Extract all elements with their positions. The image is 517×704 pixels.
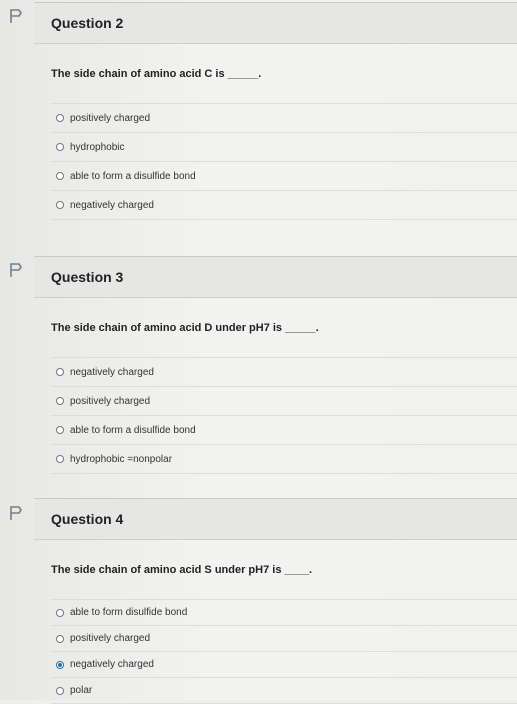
flag-question-icon[interactable] xyxy=(9,8,29,26)
question-title: Question 2 xyxy=(34,3,517,44)
radio-button-icon[interactable] xyxy=(56,397,64,405)
radio-button-icon[interactable] xyxy=(56,426,64,434)
answer-list: positively charged hydrophobic able to f… xyxy=(51,103,517,220)
answer-option[interactable]: able to form disulfide bond xyxy=(51,599,517,625)
radio-button-icon[interactable] xyxy=(56,201,64,209)
flag-question-icon[interactable] xyxy=(9,262,29,280)
answer-label: positively charged xyxy=(70,395,151,407)
answer-option[interactable]: positively charged xyxy=(51,625,517,651)
answer-label: negatively charged xyxy=(70,659,154,670)
answer-label: able to form disulfide bond xyxy=(70,607,188,618)
radio-button-icon[interactable] xyxy=(56,172,64,180)
answer-option[interactable]: hydrophobic =nonpolar xyxy=(51,444,517,474)
radio-button-icon[interactable] xyxy=(56,143,64,151)
answer-list: negatively charged positively charged ab… xyxy=(51,357,517,474)
answer-option[interactable]: negatively charged xyxy=(51,357,517,386)
answer-label: positively charged xyxy=(70,633,151,644)
radio-button-icon[interactable] xyxy=(56,686,64,695)
answer-option[interactable]: able to form a disulfide bond xyxy=(51,161,517,190)
answer-list: able to form disulfide bond positively c… xyxy=(51,599,517,704)
radio-button-icon[interactable] xyxy=(56,608,64,617)
answer-label: polar xyxy=(70,685,93,696)
radio-button-selected-icon[interactable] xyxy=(56,660,64,669)
question-title: Question 4 xyxy=(34,499,517,540)
answer-option[interactable]: positively charged xyxy=(51,103,517,132)
answer-label: hydrophobic =nonpolar xyxy=(70,453,173,465)
radio-button-icon[interactable] xyxy=(56,634,64,643)
answer-option[interactable]: positively charged xyxy=(51,386,517,415)
answer-label: positively charged xyxy=(70,112,151,124)
answer-label: negatively charged xyxy=(70,199,154,211)
radio-button-icon[interactable] xyxy=(56,455,64,463)
answer-option[interactable]: negatively charged xyxy=(51,651,517,677)
answer-option[interactable]: hydrophobic xyxy=(51,132,517,161)
question-2: Question 2 The side chain of amino acid … xyxy=(34,2,517,220)
radio-button-icon[interactable] xyxy=(56,368,64,376)
answer-label: able to form a disulfide bond xyxy=(70,424,196,436)
answer-label: negatively charged xyxy=(70,366,154,378)
answer-label: able to form a disulfide bond xyxy=(70,170,196,182)
question-3: Question 3 The side chain of amino acid … xyxy=(34,256,517,474)
answer-option[interactable]: able to form a disulfide bond xyxy=(51,415,517,444)
question-4: Question 4 The side chain of amino acid … xyxy=(34,498,517,704)
answer-label: hydrophobic xyxy=(70,141,125,153)
question-text: The side chain of amino acid D under pH7… xyxy=(51,322,319,334)
question-text: The side chain of amino acid C is _____. xyxy=(51,68,262,80)
radio-button-icon[interactable] xyxy=(56,114,64,122)
answer-option[interactable]: negatively charged xyxy=(51,190,517,220)
question-title: Question 3 xyxy=(34,257,517,298)
question-text: The side chain of amino acid S under pH7… xyxy=(51,564,313,576)
flag-question-icon[interactable] xyxy=(9,505,29,523)
